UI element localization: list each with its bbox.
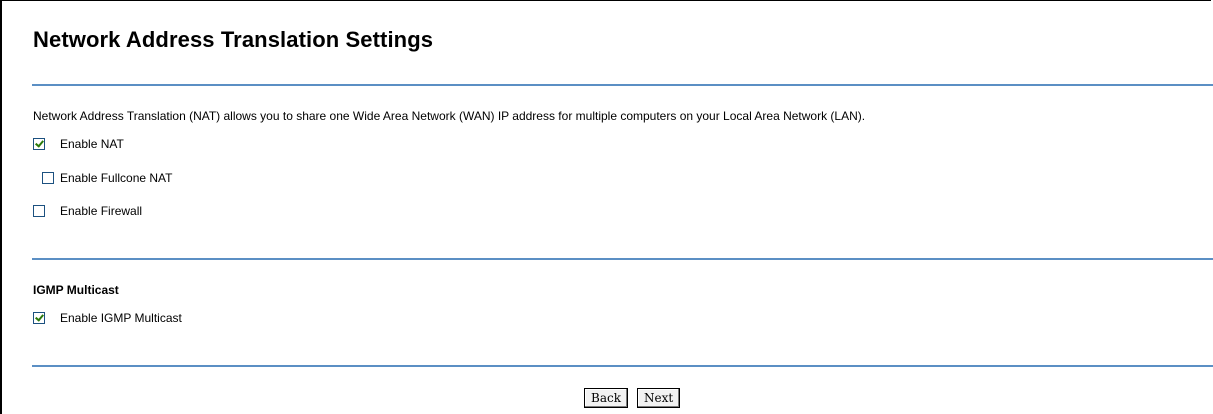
enable-firewall-row[interactable]: Enable Firewall: [33, 204, 142, 218]
enable-fullcone-nat-label: Enable Fullcone NAT: [60, 171, 173, 185]
enable-fullcone-nat-row[interactable]: Enable Fullcone NAT: [42, 171, 173, 185]
enable-firewall-label: Enable Firewall: [60, 204, 143, 218]
page-title: Network Address Translation Settings: [33, 27, 434, 52]
igmp-section-title: IGMP Multicast: [33, 283, 119, 297]
enable-igmp-multicast-row[interactable]: Enable IGMP Multicast: [33, 311, 182, 325]
divider: [32, 84, 1213, 86]
divider: [32, 258, 1213, 260]
enable-igmp-multicast-checkbox[interactable]: [33, 312, 45, 324]
enable-igmp-multicast-label: Enable IGMP Multicast: [60, 311, 182, 325]
back-button[interactable]: Back: [584, 388, 628, 408]
enable-nat-row[interactable]: Enable NAT: [33, 137, 124, 151]
enable-nat-label: Enable NAT: [60, 137, 124, 151]
nat-description: Network Address Translation (NAT) allows…: [33, 109, 866, 123]
enable-nat-checkbox[interactable]: [33, 138, 45, 150]
enable-firewall-checkbox[interactable]: [33, 205, 45, 217]
page-frame: [0, 0, 1211, 414]
next-button[interactable]: Next: [637, 388, 681, 408]
divider: [32, 365, 1213, 367]
enable-fullcone-nat-checkbox[interactable]: [42, 172, 54, 184]
